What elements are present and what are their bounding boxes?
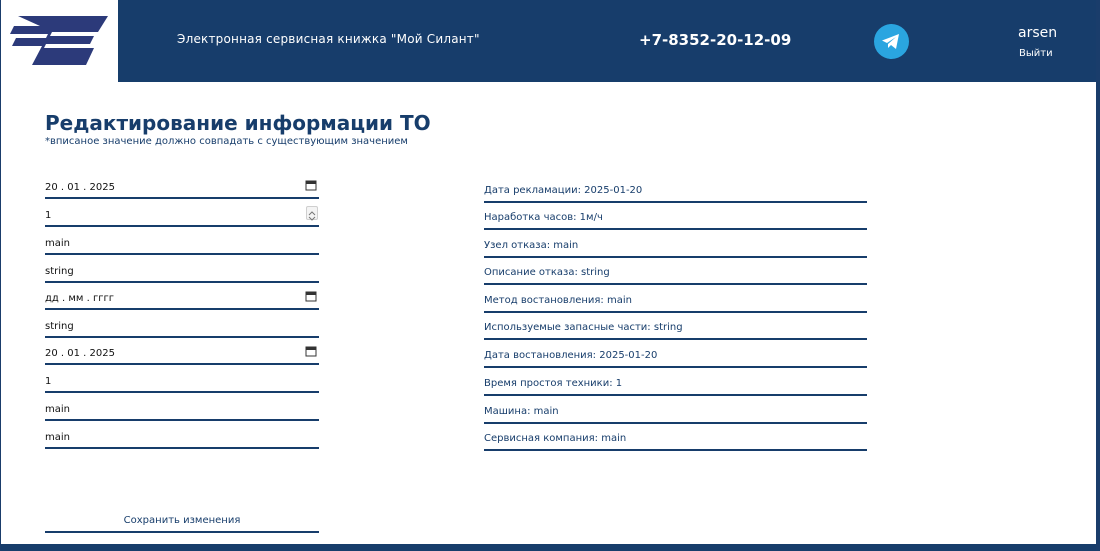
page-title: Редактирование информации ТО [45,111,431,135]
spare-parts-field[interactable] [45,316,319,338]
operating-hours-field[interactable] [45,205,319,227]
user-name: arsen [1018,25,1058,41]
phone-number[interactable]: +7-8352-20-12-09 [639,31,791,49]
service-company-field[interactable] [45,427,319,449]
operating-hours-input[interactable] [45,205,319,225]
machine-input[interactable] [45,399,319,419]
right-border [1096,0,1100,551]
stepper-arrows-icon [308,211,316,221]
footer-bar [0,544,1100,551]
calendar-icon[interactable] [305,179,317,191]
info-row: Сервисная компания: main [484,433,867,451]
info-row: Описание отказа: string [484,267,867,285]
info-row: Узел отказа: main [484,240,867,258]
downtime-field[interactable] [45,371,319,393]
failure-node-field[interactable] [45,233,319,255]
restore-date-field[interactable] [45,343,319,365]
info-row: Используемые запасные части: string [484,322,867,340]
number-stepper[interactable] [306,206,318,221]
calendar-icon[interactable] [305,345,317,357]
app-title: Электронная сервисная книжка "Мой Силант… [177,32,480,46]
header: Электронная сервисная книжка "Мой Силант… [0,0,1100,82]
silant-logo-icon [10,16,108,65]
app-frame: Электронная сервисная книжка "Мой Силант… [0,0,1100,551]
page-note: *вписаное значение должно совпадать с су… [45,136,408,147]
failure-node-input[interactable] [45,233,319,253]
calendar-icon[interactable] [305,290,317,302]
claim-date-field[interactable] [45,177,319,199]
machine-field[interactable] [45,399,319,421]
info-row: Машина: main [484,406,867,424]
service-company-input[interactable] [45,427,319,447]
logo[interactable] [0,0,118,82]
failure-description-field[interactable] [45,261,319,283]
save-changes-button[interactable]: Сохранить изменения [45,509,319,533]
restore-date-input[interactable] [45,343,319,363]
logout-link[interactable]: Выйти [1019,48,1053,59]
downtime-input[interactable] [45,371,319,391]
info-row: Время простоя техники: 1 [484,378,867,396]
left-border [0,0,1,551]
failure-description-input[interactable] [45,261,319,281]
date-input[interactable] [45,288,319,308]
claim-date-input[interactable] [45,177,319,197]
date-field[interactable] [45,288,319,310]
info-row: Наработка часов: 1м/ч [484,212,867,230]
info-row: Дата рекламации: 2025-01-20 [484,185,867,203]
telegram-icon[interactable] [874,24,909,59]
spare-parts-input[interactable] [45,316,319,336]
info-row: Метод востановления: main [484,295,867,313]
info-row: Дата востановления: 2025-01-20 [484,350,867,368]
